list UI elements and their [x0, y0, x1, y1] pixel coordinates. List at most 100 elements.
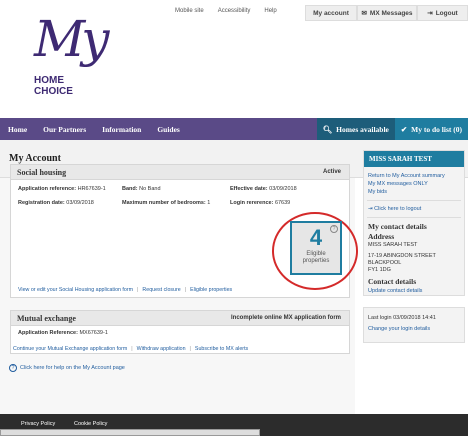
my-account-label: My account	[313, 9, 349, 17]
update-contact-link[interactable]: Update contact details	[364, 287, 464, 295]
address-line: 17-19 ABINGDON STREET	[368, 253, 436, 259]
checkmark-icon: ✔	[400, 124, 408, 134]
subscribe-mx-alerts-link[interactable]: Subscribe to MX alerts	[195, 346, 248, 352]
logo-text: HOME CHOICE	[34, 75, 73, 97]
nav-information[interactable]: Information	[94, 125, 149, 134]
accessibility-link[interactable]: Accessibility	[218, 8, 251, 14]
band: Band: No Band	[122, 186, 161, 192]
effective-date: Effective date: 03/09/2018	[230, 186, 297, 192]
login-box: Last login 03/09/2018 14:41 Change your …	[363, 307, 465, 343]
envelope-icon: ✉	[361, 10, 367, 17]
privacy-policy-link[interactable]: Privacy Policy	[21, 421, 55, 427]
eligible-properties-tile[interactable]: ? 4 Eligible properties	[290, 221, 342, 275]
mx-messages-only-link[interactable]: My MX messages ONLY	[364, 180, 464, 188]
info-icon[interactable]: ?	[330, 225, 338, 233]
contact-heading: My contact details	[368, 222, 427, 231]
nav-guides[interactable]: Guides	[149, 125, 188, 134]
cookie-policy-link[interactable]: Cookie Policy	[74, 421, 107, 427]
help-link[interactable]: Help	[264, 8, 276, 14]
band-label: Band:	[122, 186, 138, 192]
page-title: My Account	[9, 153, 61, 164]
mutual-exchange-status: Incomplete online MX application form	[230, 315, 341, 321]
registration-date: Registration date: 03/09/2018	[18, 200, 94, 206]
separator: |	[184, 287, 187, 293]
login-ref-label: Login rererence:	[230, 200, 274, 206]
view-edit-form-link[interactable]: View or edit your Social Housing applica…	[18, 287, 133, 293]
app-ref-label: Application reference:	[18, 186, 77, 192]
mutual-exchange-links: Continue your Mutual Exchange applicatio…	[13, 346, 248, 352]
logout-icon: ⇥	[368, 206, 373, 212]
last-login: Last login 03/09/2018 14:41	[368, 315, 436, 321]
band-value: No Band	[139, 186, 161, 192]
mx-ref-label: Application Reference:	[18, 330, 78, 336]
sidebar-logout-label: Click here to logout	[374, 206, 422, 212]
logout-icon: ⇥	[427, 10, 433, 17]
bedrooms-label: Maximum number of bedrooms:	[122, 200, 206, 206]
todo-list-label: My to do list (0)	[411, 124, 462, 134]
contact-details-heading: Contact details	[368, 277, 417, 286]
mx-messages-tab[interactable]: ✉ MX Messages	[357, 5, 417, 21]
mx-messages-label: MX Messages	[369, 9, 413, 17]
sidebar: MISS SARAH TEST Return to My Account sum…	[363, 150, 465, 343]
separator: |	[131, 346, 133, 352]
help-link-row[interactable]: ? Click here for help on the My Account …	[9, 364, 125, 372]
app-ref-value: HR67639-1	[77, 186, 106, 192]
social-housing-links: View or edit your Social Housing applica…	[18, 287, 232, 293]
withdraw-application-link[interactable]: Withdraw application	[137, 346, 186, 352]
logo-my: My	[34, 10, 109, 68]
nav-home[interactable]: Home	[0, 125, 35, 134]
reg-date-label: Registration date:	[18, 200, 65, 206]
social-housing-header: Social housing Active	[11, 165, 349, 180]
mutual-exchange-header: Mutual exchange Incomplete online MX app…	[11, 311, 349, 326]
logo-home: HOME	[34, 75, 64, 86]
eligible-properties-link[interactable]: Eligible properties	[190, 287, 232, 293]
login-reference: Login rererence: 67639	[230, 200, 290, 206]
homes-available-button[interactable]: 🔍︎ Homes available	[316, 118, 395, 140]
todo-list-button[interactable]: ✔ My to do list (0)	[394, 118, 468, 140]
status-bar	[0, 429, 260, 436]
request-closure-link[interactable]: Request closure	[142, 287, 180, 293]
eligible-label-1: Eligible	[306, 251, 326, 257]
max-bedrooms: Maximum number of bedrooms: 1	[122, 200, 210, 206]
address-line: BLACKPOOL	[368, 260, 402, 266]
social-housing-title: Social housing	[17, 168, 67, 177]
continue-mx-form-link[interactable]: Continue your Mutual Exchange applicatio…	[13, 346, 127, 352]
separator: |	[137, 287, 139, 293]
address-line: FY1 1DG	[368, 267, 391, 273]
nav-right: 🔍︎ Homes available ✔ My to do list (0)	[316, 118, 468, 140]
logo-choice: CHOICE	[34, 86, 73, 97]
mutual-exchange-title: Mutual exchange	[17, 314, 76, 323]
help-text: Click here for help on the My Account pa…	[20, 365, 125, 371]
eff-date-label: Effective date:	[230, 186, 268, 192]
mx-reference: Application Reference: MX67639-1	[18, 330, 108, 336]
homes-available-label: Homes available	[336, 124, 389, 134]
main-nav: Home Our Partners Information Guides 🔍︎ …	[0, 118, 468, 140]
address-line: MISS SARAH TEST	[368, 242, 418, 248]
site-logo[interactable]: My HOME CHOICE	[30, 10, 110, 114]
application-reference: Application reference: HR67639-1	[18, 186, 106, 192]
account-name: MISS SARAH TEST	[364, 151, 464, 167]
nav-our-partners[interactable]: Our Partners	[35, 125, 94, 134]
my-account-tab[interactable]: My account	[305, 5, 357, 21]
header: My HOME CHOICE Mobile site Accessibility…	[0, 0, 468, 118]
separator: |	[189, 346, 191, 352]
mx-ref-value: MX67639-1	[79, 330, 108, 336]
account-summary-box: MISS SARAH TEST Return to My Account sum…	[363, 150, 465, 296]
mobile-site-link[interactable]: Mobile site	[175, 8, 204, 14]
top-links: Mobile site Accessibility Help	[175, 8, 277, 14]
social-housing-status: Active	[322, 169, 341, 175]
search-icon: 🔍︎	[322, 124, 333, 134]
logout-label: Logout	[435, 9, 458, 17]
login-ref-value: 67639	[274, 200, 291, 206]
help-icon: ?	[9, 364, 17, 372]
eff-date-value: 03/09/2018	[269, 186, 297, 192]
reg-date-value: 03/09/2018	[66, 200, 94, 206]
address-heading: Address	[368, 232, 395, 241]
change-login-link[interactable]: Change your login details	[364, 325, 464, 333]
return-summary-link[interactable]: Return to My Account summary	[364, 172, 464, 180]
bedrooms-value: 1	[207, 200, 211, 206]
logout-tab[interactable]: ⇥ Logout	[417, 5, 468, 21]
sidebar-logout-link[interactable]: ⇥ Click here to logout	[364, 205, 464, 213]
eligible-label-2: properties	[302, 258, 330, 264]
my-bids-link[interactable]: My bids	[364, 188, 464, 196]
